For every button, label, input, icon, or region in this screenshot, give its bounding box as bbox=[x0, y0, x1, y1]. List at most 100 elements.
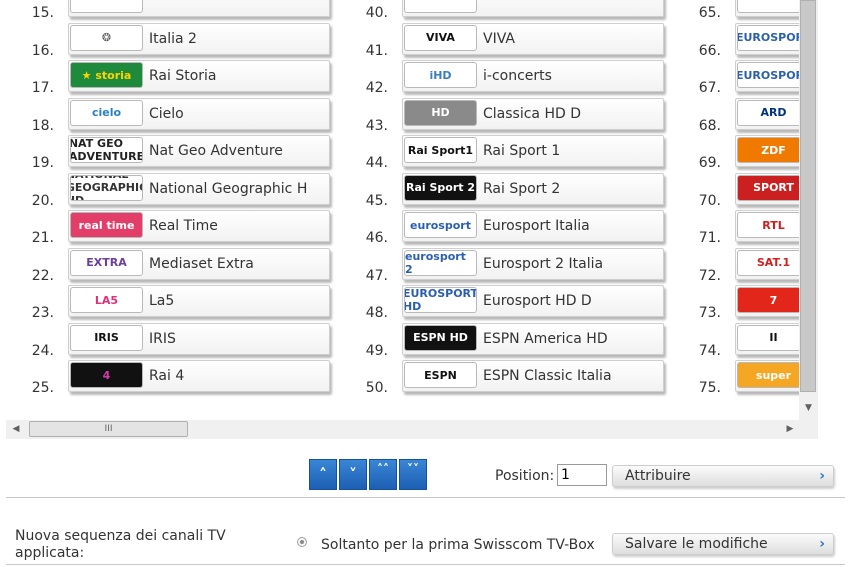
channel-number: 67. bbox=[698, 80, 721, 96]
move-up-button[interactable]: ˄ bbox=[309, 459, 337, 490]
move-down-button[interactable]: ˅ bbox=[339, 459, 367, 490]
channel-logo: HD bbox=[404, 99, 477, 126]
vertical-scroll-thumb[interactable] bbox=[800, 0, 816, 392]
channel-item[interactable]: EUROSPORT bbox=[735, 60, 799, 92]
channel-logo: NAT GEO ADVENTURE bbox=[70, 137, 143, 163]
scroll-right-arrow-icon[interactable]: ▶ bbox=[782, 421, 798, 438]
channel-name: Rai Sport 2 bbox=[483, 180, 561, 197]
channel-item[interactable]: EUROSPORT bbox=[735, 22, 799, 55]
channel-logo: Rai Sport 2 bbox=[404, 174, 477, 201]
radio-first-box-label: Soltanto per la prima Swisscom TV-Box bbox=[321, 537, 595, 553]
channel-logo: cielo bbox=[70, 99, 143, 126]
channel-item[interactable]: IRIS IRIS bbox=[68, 322, 330, 355]
channel-logo bbox=[737, 0, 799, 13]
channel-logo: 4 bbox=[70, 362, 143, 388]
channel-number: 43. bbox=[365, 117, 388, 134]
scroll-down-arrow-icon[interactable]: ▼ bbox=[799, 400, 818, 416]
channel-item[interactable]: EXTRA Mediaset Extra bbox=[68, 247, 330, 280]
channel-item[interactable]: eurosport 2 Eurosport 2 Italia bbox=[402, 247, 664, 280]
channel-logo: RTL bbox=[737, 212, 799, 238]
channel-item[interactable]: VIVA VIVA bbox=[402, 22, 664, 55]
horizontal-scrollbar[interactable]: ◀ III ▶ bbox=[6, 420, 818, 439]
channel-item[interactable] bbox=[68, 0, 330, 17]
horizontal-scroll-thumb[interactable]: III bbox=[29, 421, 188, 437]
channel-number: 21. bbox=[31, 230, 54, 246]
channel-number: 75. bbox=[698, 380, 721, 396]
channel-name: Rai 4 bbox=[149, 368, 185, 384]
channel-item[interactable]: ★ storia Rai Storia bbox=[68, 60, 330, 92]
channel-name: i-concerts bbox=[483, 68, 552, 84]
channel-number: 47. bbox=[365, 267, 388, 284]
channel-item[interactable]: real time Real Time bbox=[68, 210, 330, 242]
channel-name: ESPN Classic Italia bbox=[483, 368, 612, 384]
channel-name: IRIS bbox=[149, 330, 176, 347]
channel-item[interactable]: 4 Rai 4 bbox=[68, 360, 330, 392]
channel-logo: II bbox=[737, 324, 799, 351]
channel-logo: ESPN HD bbox=[404, 324, 477, 351]
channel-item[interactable]: LA5 La5 bbox=[68, 285, 330, 317]
channel-item[interactable]: super bbox=[735, 360, 799, 392]
channel-item[interactable]: Rai Sport 2 Rai Sport 2 bbox=[402, 172, 664, 205]
channel-item[interactable]: ARD bbox=[735, 97, 799, 130]
channel-number: 25. bbox=[31, 380, 54, 396]
move-top-button[interactable]: ˄˄ bbox=[369, 459, 397, 490]
channel-item[interactable]: ❂ Italia 2 bbox=[68, 22, 330, 55]
vertical-scrollbar[interactable]: ▼ bbox=[799, 0, 818, 420]
position-input[interactable] bbox=[557, 464, 607, 486]
channel-number: 19. bbox=[31, 155, 54, 171]
channel-item[interactable]: SPORT bbox=[735, 172, 799, 205]
chevron-right-icon: › bbox=[819, 536, 825, 552]
channel-item[interactable]: EUROSPORT HD Eurosport HD D bbox=[402, 285, 664, 317]
channel-number: 16. bbox=[31, 42, 54, 59]
channel-logo bbox=[70, 0, 143, 13]
channel-number: 23. bbox=[31, 305, 54, 321]
channel-item[interactable]: ESPN ESPN Classic Italia bbox=[402, 360, 664, 392]
save-changes-button[interactable]: Salvare le modifiche › bbox=[612, 533, 834, 555]
radio-first-box[interactable] bbox=[297, 537, 307, 547]
channel-number: 70. bbox=[698, 192, 721, 209]
channel-item[interactable]: NATIONAL GEOGRAPHIC HD National Geographi… bbox=[68, 172, 330, 205]
channel-logo: NATIONAL GEOGRAPHIC HD bbox=[70, 174, 143, 201]
channel-logo: ESPN bbox=[404, 362, 477, 388]
channel-number: 42. bbox=[365, 80, 388, 96]
channel-item[interactable]: RTL bbox=[735, 210, 799, 242]
channel-item[interactable]: ZDF bbox=[735, 135, 799, 167]
channel-item[interactable]: Rai Sport1 Rai Sport 1 bbox=[402, 135, 664, 167]
position-label: Position: bbox=[495, 468, 555, 484]
channel-number: 68. bbox=[698, 117, 721, 134]
channel-item[interactable] bbox=[402, 0, 664, 17]
channel-item[interactable]: eurosport Eurosport Italia bbox=[402, 210, 664, 242]
channel-number: 72. bbox=[698, 267, 721, 284]
channel-item[interactable]: 7 bbox=[735, 285, 799, 317]
channel-number: 22. bbox=[31, 267, 54, 284]
scroll-left-arrow-icon[interactable]: ◀ bbox=[8, 421, 24, 438]
channel-name: Mediaset Extra bbox=[149, 255, 254, 272]
channel-logo: ARD bbox=[737, 99, 799, 126]
channel-logo: SPORT bbox=[737, 174, 799, 201]
channel-item[interactable]: II bbox=[735, 322, 799, 355]
channel-item[interactable]: NAT GEO ADVENTURE Nat Geo Adventure bbox=[68, 135, 330, 167]
channel-item[interactable]: cielo Cielo bbox=[68, 97, 330, 130]
channel-item[interactable]: ESPN HD ESPN America HD bbox=[402, 322, 664, 355]
channel-name: Eurosport 2 Italia bbox=[483, 255, 604, 272]
channel-logo: SAT.1 bbox=[737, 249, 799, 276]
channel-number: 20. bbox=[31, 192, 54, 209]
radio-dot-icon bbox=[300, 540, 304, 544]
channel-item[interactable]: iHD i-concerts bbox=[402, 60, 664, 92]
channel-logo: iHD bbox=[404, 62, 477, 88]
channel-number: 41. bbox=[365, 42, 388, 59]
channel-item[interactable]: HD Classica HD D bbox=[402, 97, 664, 130]
channel-logo: Rai Sport1 bbox=[404, 137, 477, 163]
channel-number: 44. bbox=[365, 155, 388, 171]
assign-button[interactable]: Attribuire › bbox=[612, 465, 834, 487]
channel-number: 18. bbox=[31, 117, 54, 134]
channel-item[interactable]: SAT.1 bbox=[735, 247, 799, 280]
move-bottom-button[interactable]: ˅˅ bbox=[399, 459, 427, 490]
channel-name: National Geographic H bbox=[149, 180, 308, 197]
channel-logo: VIVA bbox=[404, 24, 477, 51]
channel-number: 45. bbox=[365, 192, 388, 209]
channel-logo: IRIS bbox=[70, 324, 143, 351]
channel-name: La5 bbox=[149, 293, 175, 309]
channel-logo: ★ storia bbox=[70, 62, 143, 88]
channel-item[interactable] bbox=[735, 0, 799, 17]
